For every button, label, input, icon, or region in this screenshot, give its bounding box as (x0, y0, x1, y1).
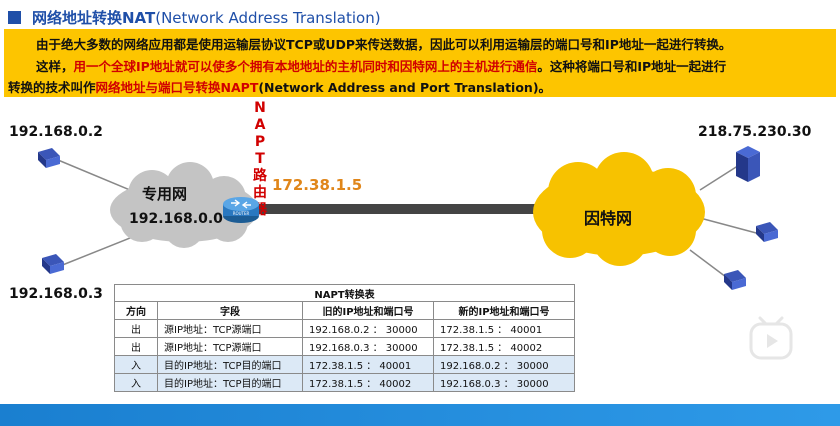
table-header: 方向 (114, 301, 158, 320)
router-label-char: A (254, 117, 266, 133)
router-label-char: N (254, 100, 266, 116)
table-header-row: 方向 字段 旧的IP地址和端口号 新的IP地址和端口号 (114, 301, 575, 320)
table-cell-field: 目的IP地址：TCP目的端口 (157, 373, 303, 392)
router-label-char: P (254, 134, 266, 150)
host-2-ip: 192.168.0.3 (9, 286, 103, 302)
table-cell-new: 192.168.0.3 ： 30000 (433, 373, 575, 392)
napt-table: NAPT转换表 方向 字段 旧的IP地址和端口号 新的IP地址和端口号 出 源I… (114, 284, 575, 392)
table-row: 出 源IP地址：TCP源端口 192.168.0.2 ： 30000 172.3… (114, 319, 575, 338)
computer-icon (720, 270, 750, 292)
table-cell-field: 源IP地址：TCP源端口 (157, 337, 303, 356)
router-label-char: T (255, 151, 265, 167)
table-cell-direction: 入 (114, 355, 158, 374)
table-cell-direction: 出 (114, 319, 158, 338)
host-1-ip: 192.168.0.2 (9, 124, 103, 140)
table-cell-old: 192.168.0.2 ： 30000 (302, 319, 434, 338)
table-header: 旧的IP地址和端口号 (302, 301, 434, 320)
table-header: 新的IP地址和端口号 (433, 301, 575, 320)
table-cell-field: 源IP地址：TCP源端口 (157, 319, 303, 338)
computer-icon (38, 254, 68, 276)
table-cell-old: 192.168.0.3 ： 30000 (302, 337, 434, 356)
napt-table-caption: NAPT转换表 (114, 284, 575, 302)
table-cell-old: 172.38.1.5 ： 40001 (302, 355, 434, 374)
private-network-name: 专用网 (142, 185, 188, 203)
table-cell-direction: 入 (114, 373, 158, 392)
table-header: 字段 (157, 301, 303, 320)
router-device-text: ROUTER (233, 211, 250, 216)
table-cell-new: 192.168.0.2 ： 30000 (433, 355, 575, 374)
computer-icon (34, 148, 64, 170)
table-cell-new: 172.38.1.5 ： 40001 (433, 319, 575, 338)
table-cell-new: 172.38.1.5 ： 40002 (433, 337, 575, 356)
table-row: 入 目的IP地址：TCP目的端口 172.38.1.5 ： 40002 192.… (114, 373, 575, 392)
footer-band (0, 404, 840, 426)
private-network-address: 192.168.0.0 (129, 211, 223, 227)
table-row: 入 目的IP地址：TCP目的端口 172.38.1.5 ： 40001 192.… (114, 355, 575, 374)
table-cell-direction: 出 (114, 337, 158, 356)
router-public-ip: 172.38.1.5 (272, 176, 363, 194)
server-ip: 218.75.230.30 (698, 124, 812, 140)
server-icon (734, 146, 762, 182)
internet-name: 因特网 (584, 209, 633, 228)
table-cell-old: 172.38.1.5 ： 40002 (302, 373, 434, 392)
router-icon: ROUTER (222, 196, 260, 224)
computer-icon (752, 222, 782, 244)
play-icon[interactable] (748, 312, 794, 362)
table-cell-field: 目的IP地址：TCP目的端口 (157, 355, 303, 374)
table-row: 出 源IP地址：TCP源端口 192.168.0.3 ： 30000 172.3… (114, 337, 575, 356)
internet-cloud: 因特网 (526, 152, 712, 270)
